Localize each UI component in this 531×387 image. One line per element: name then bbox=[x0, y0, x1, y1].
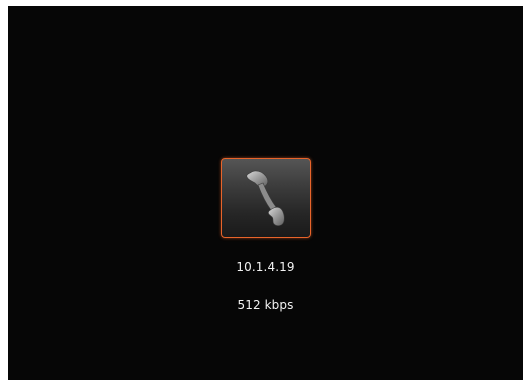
phone-handset-icon bbox=[238, 166, 294, 230]
call-bitrate: 512 kbps bbox=[237, 298, 294, 312]
remote-address: 10.1.4.19 bbox=[236, 260, 295, 274]
call-screen: 10.1.4.19 512 kbps bbox=[8, 6, 523, 380]
call-button[interactable] bbox=[221, 158, 311, 238]
